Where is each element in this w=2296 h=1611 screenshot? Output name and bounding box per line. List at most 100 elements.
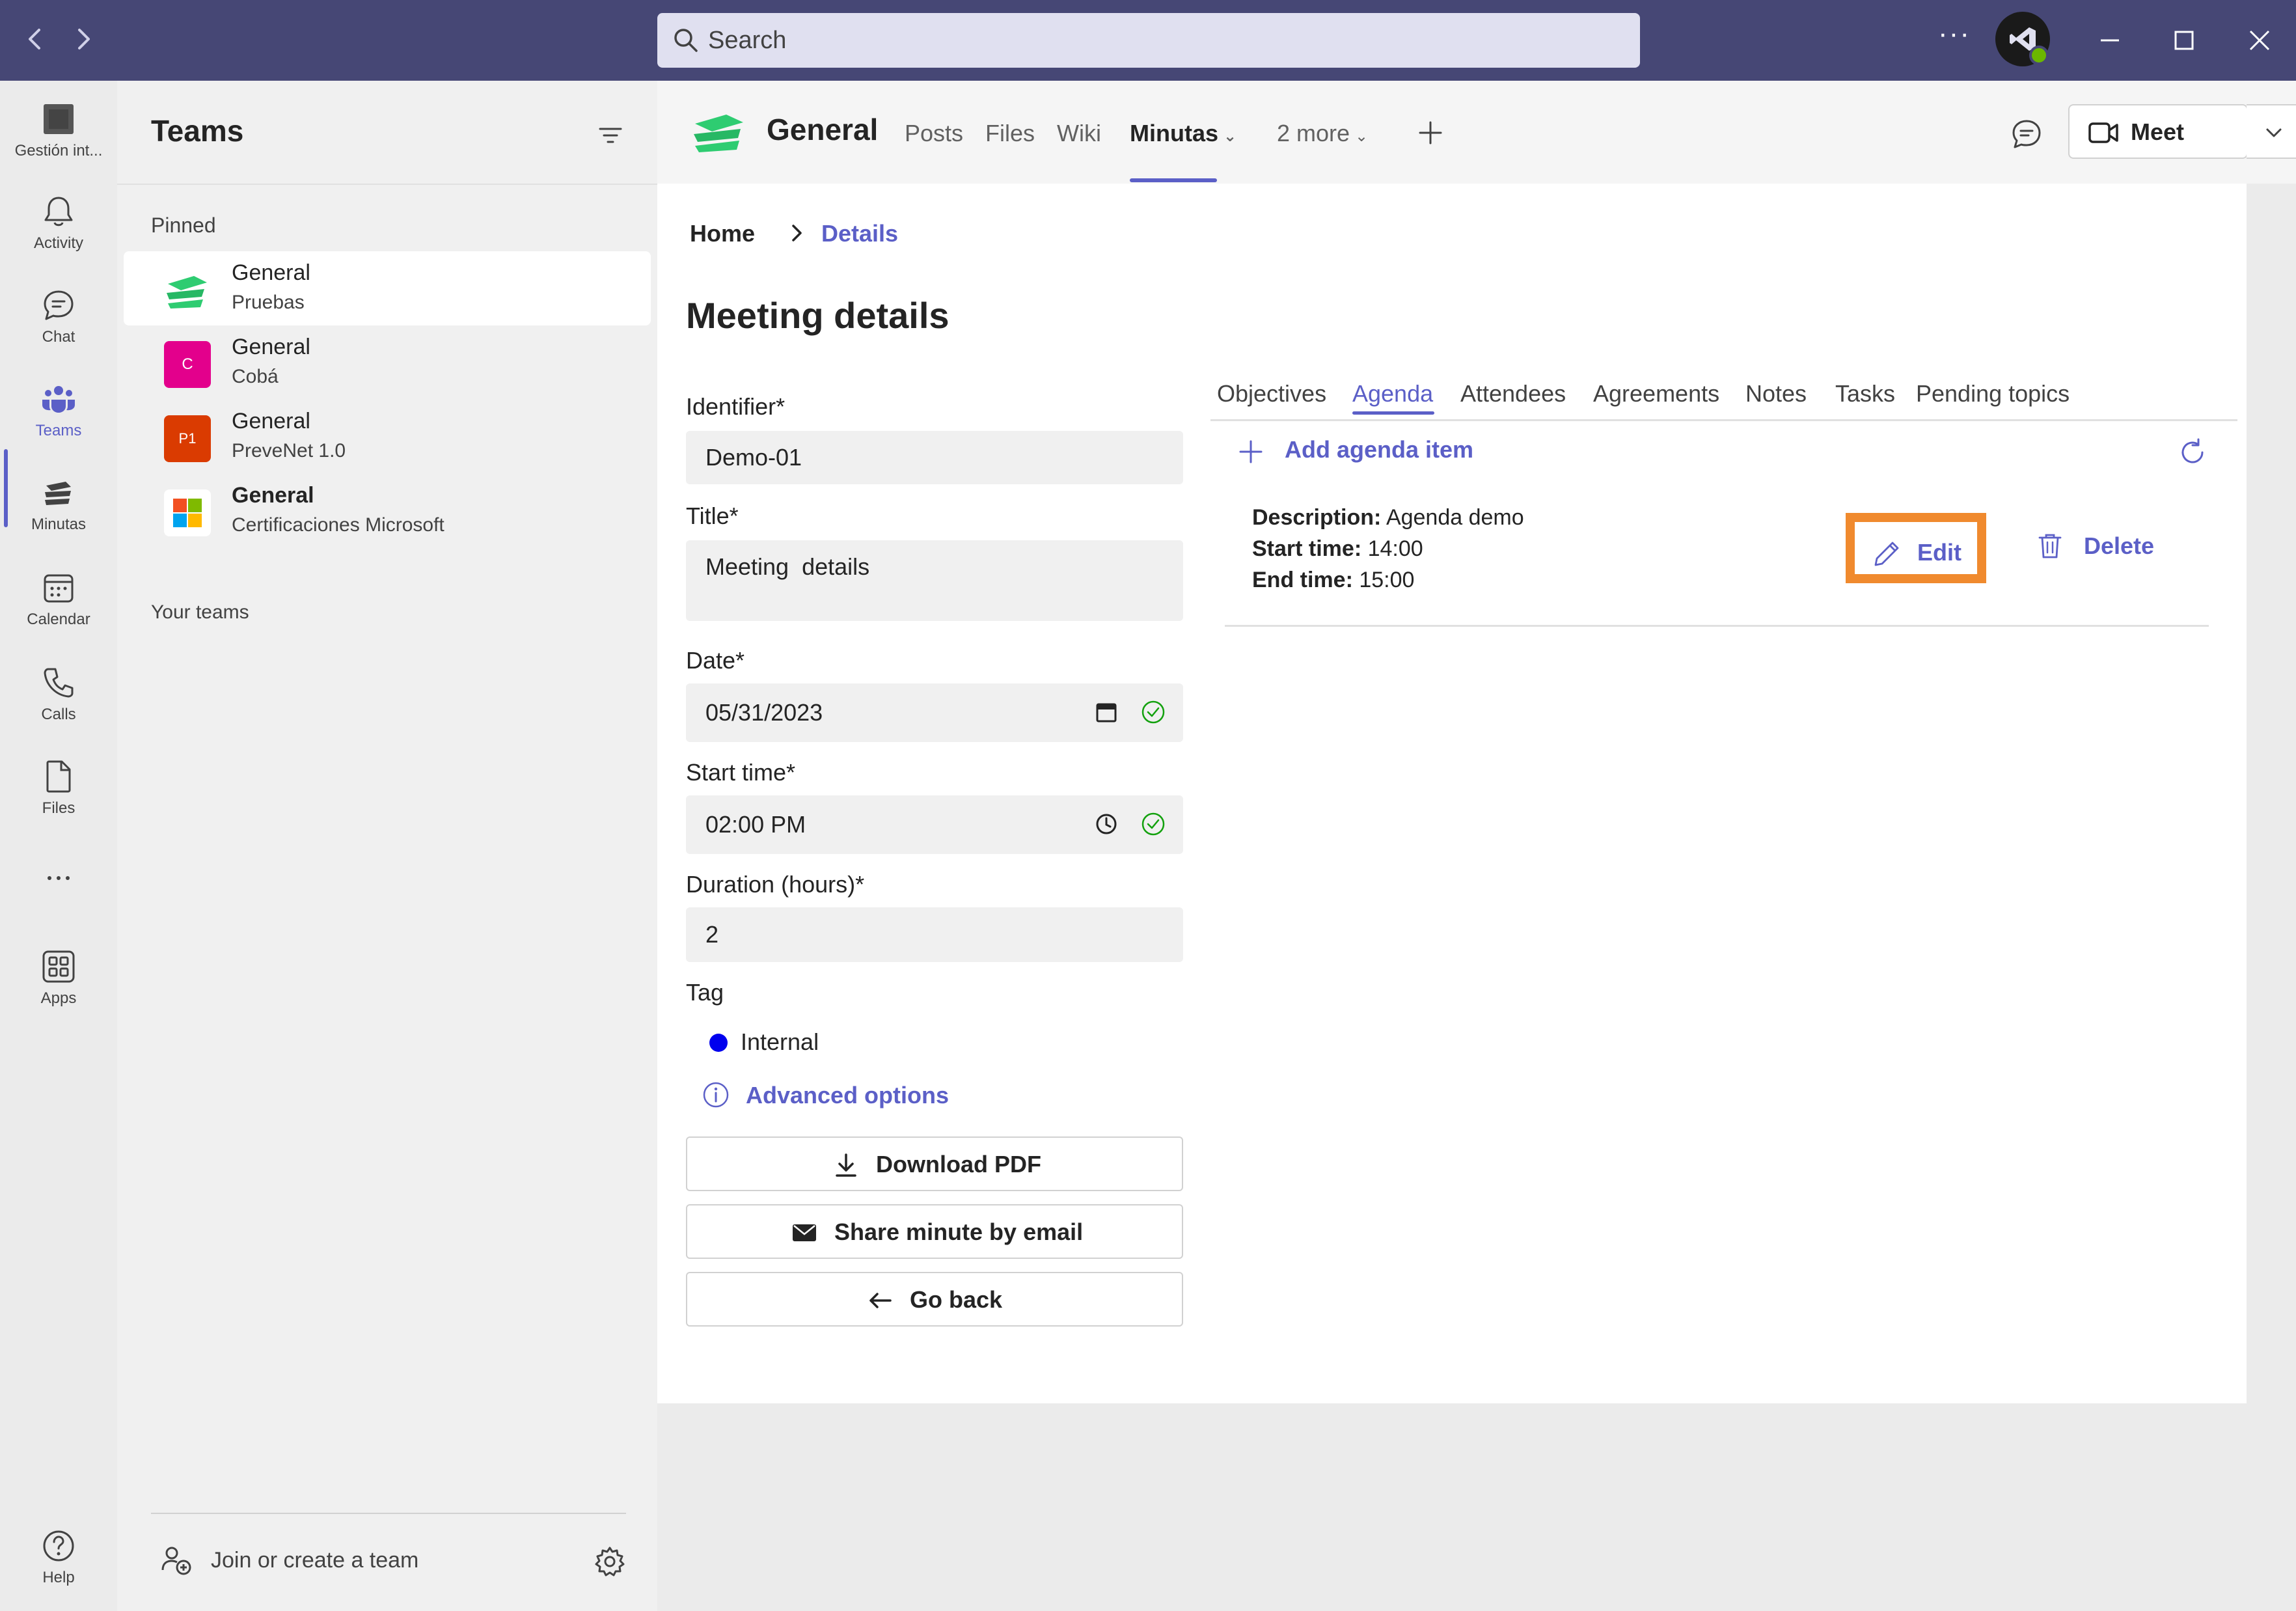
chevron-down-icon: ⌄ <box>1223 128 1237 145</box>
tab-tasks[interactable]: Tasks <box>1835 380 1895 407</box>
coba-team-icon: C <box>164 341 211 388</box>
rail-item-gestion[interactable]: Gestión int... <box>0 100 117 185</box>
rail-item-help[interactable]: Help <box>0 1527 117 1611</box>
tab-notes[interactable]: Notes <box>1745 380 1807 407</box>
date-field[interactable] <box>705 683 1109 742</box>
start-time-field[interactable] <box>705 795 1109 854</box>
arrow-left-icon <box>869 1293 892 1308</box>
add-agenda-item-button[interactable]: Add agenda item <box>1285 436 1473 463</box>
minimize-button[interactable] <box>2089 20 2131 61</box>
pinned-label: Pinned <box>151 213 216 237</box>
teams-panel: Teams Pinned General Pruebas C General C… <box>117 81 657 1611</box>
rail-item-files[interactable]: Files <box>0 758 117 842</box>
tab-minutas[interactable]: Minutas ⌄ <box>1130 120 1237 147</box>
breadcrumb-current[interactable]: Details <box>821 220 898 247</box>
rail-item-calendar[interactable]: Calendar <box>0 569 117 654</box>
page-title: Meeting details <box>686 295 950 336</box>
tab-files[interactable]: Files <box>985 120 1035 147</box>
calendar-picker-icon[interactable] <box>1093 699 1119 725</box>
agenda-tab-indicator <box>1352 411 1434 415</box>
agenda-end-time: End time: 15:00 <box>1252 568 1415 592</box>
chevron-down-icon: ⌄ <box>1355 128 1369 145</box>
teams-panel-title: Teams <box>151 114 244 148</box>
file-icon <box>46 760 71 793</box>
help-icon <box>43 1530 74 1562</box>
tag-label: Tag <box>686 979 724 1006</box>
tab-posts[interactable]: Posts <box>905 120 963 147</box>
meeting-details-content: Home Details Meeting details Identifier*… <box>657 184 2247 1403</box>
meet-button[interactable]: Meet <box>2068 104 2248 159</box>
start-time-label: Start time* <box>686 759 796 786</box>
forward-icon[interactable] <box>64 20 103 59</box>
bell-icon <box>44 197 73 227</box>
video-camera-icon <box>2088 122 2118 143</box>
your-teams-toggle[interactable]: Your teams <box>151 601 249 624</box>
channel-header: General Posts Files Wiki Minutas ⌄ 2 more… <box>657 81 2296 184</box>
search-box[interactable] <box>657 13 1640 68</box>
calendar-icon <box>44 574 74 603</box>
search-input[interactable] <box>708 13 1619 68</box>
presence-available-badge <box>2029 46 2049 65</box>
tab-agenda[interactable]: Agenda <box>1352 380 1433 407</box>
more-icon <box>48 876 70 880</box>
chevron-right-icon <box>792 225 802 241</box>
go-back-button[interactable]: Go back <box>686 1272 1183 1327</box>
panel-bottom-divider <box>151 1513 626 1514</box>
edit-agenda-button[interactable]: Edit <box>1846 513 1986 583</box>
gear-icon[interactable] <box>594 1545 626 1578</box>
agenda-item-divider <box>1225 625 2209 627</box>
panel-divider <box>117 184 657 185</box>
duration-label: Duration (hours)* <box>686 871 865 898</box>
meet-dropdown-button[interactable] <box>2247 104 2296 159</box>
team-row-prevenet[interactable]: P1 General PreveNet 1.0 <box>124 400 651 474</box>
team-row-certificaciones[interactable]: General Certificaciones Microsoft <box>124 474 651 548</box>
rail-item-apps[interactable]: Apps <box>0 948 117 1032</box>
app-tile-icon <box>44 104 74 134</box>
team-row-coba[interactable]: C General Cobá <box>124 325 651 400</box>
close-button[interactable] <box>2239 20 2280 61</box>
plus-icon[interactable] <box>1237 437 1265 466</box>
channel-logo-icon <box>694 115 743 152</box>
rail-item-calls[interactable]: Calls <box>0 664 117 749</box>
share-email-button[interactable]: Share minute by email <box>686 1204 1183 1259</box>
title-field[interactable] <box>705 540 1109 594</box>
join-team-icon[interactable] <box>160 1544 193 1577</box>
add-tab-icon[interactable] <box>1412 115 1449 151</box>
rail-item-activity[interactable]: Activity <box>0 193 117 277</box>
start-time-field-box <box>686 795 1183 854</box>
conversation-icon[interactable] <box>2008 116 2045 152</box>
join-create-team-link[interactable]: Join or create a team <box>211 1548 418 1573</box>
filter-icon[interactable] <box>595 120 626 151</box>
tag-value[interactable]: Internal <box>741 1028 819 1056</box>
active-tab-indicator <box>1130 178 1217 182</box>
tab-pending-topics[interactable]: Pending topics <box>1916 380 2070 407</box>
advanced-options-link[interactable]: Advanced options <box>746 1082 949 1109</box>
tag-color-dot <box>709 1034 728 1052</box>
rail-item-teams[interactable]: Teams <box>0 380 117 465</box>
app-rail: Gestión int... Activity Chat Teams Minut… <box>0 81 117 1611</box>
team-row-pruebas[interactable]: General Pruebas <box>124 251 651 325</box>
rail-item-chat[interactable]: Chat <box>0 286 117 371</box>
identifier-field-box <box>686 431 1183 484</box>
breadcrumb-home[interactable]: Home <box>690 220 755 247</box>
more-options-button[interactable]: ··· <box>1932 20 1977 60</box>
tab-wiki[interactable]: Wiki <box>1057 120 1101 147</box>
download-pdf-button[interactable]: Download PDF <box>686 1136 1183 1191</box>
date-field-box <box>686 683 1183 742</box>
delete-agenda-button[interactable]: Delete <box>2036 529 2166 568</box>
rail-item-more[interactable] <box>0 859 117 944</box>
clock-icon[interactable] <box>1093 811 1119 837</box>
search-icon <box>674 29 698 52</box>
duration-field[interactable] <box>705 907 1109 962</box>
tab-more[interactable]: 2 more ⌄ <box>1277 120 1368 147</box>
tab-attendees[interactable]: Attendees <box>1460 380 1566 407</box>
identifier-field[interactable] <box>705 431 1109 484</box>
maximize-button[interactable] <box>2163 20 2205 61</box>
back-icon[interactable] <box>16 20 55 59</box>
refresh-icon[interactable] <box>2176 436 2209 469</box>
duration-field-box <box>686 907 1183 962</box>
rail-item-minutas[interactable]: Minutas <box>0 474 117 558</box>
tab-objectives[interactable]: Objectives <box>1217 380 1326 407</box>
tab-agreements[interactable]: Agreements <box>1593 380 1719 407</box>
identifier-label: Identifier* <box>686 393 786 420</box>
